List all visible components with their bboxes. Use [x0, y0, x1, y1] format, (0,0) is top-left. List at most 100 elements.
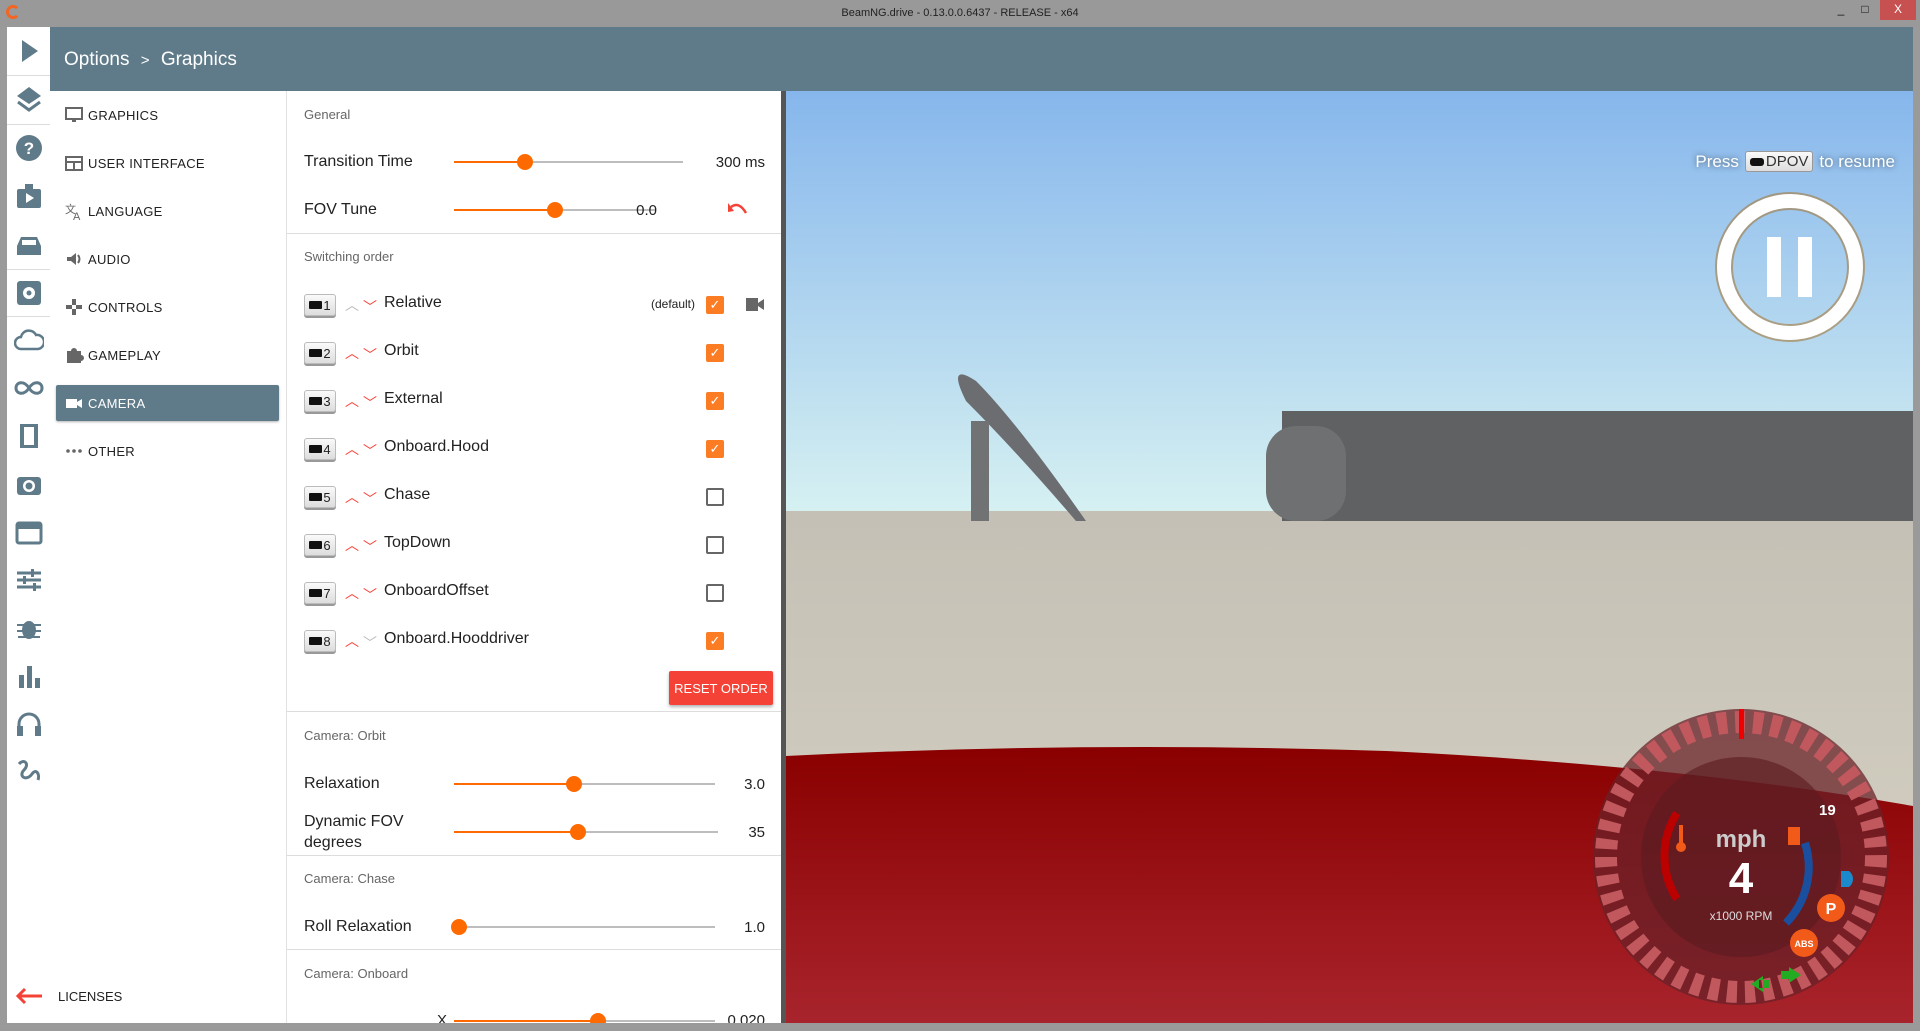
menu-item-other[interactable]: OTHER: [56, 433, 279, 469]
key-binding-badge[interactable]: 1: [304, 294, 336, 316]
path-icon[interactable]: [7, 749, 50, 793]
key-binding-badge[interactable]: 7: [304, 582, 336, 604]
menu-item-label: GAMEPLAY: [88, 347, 161, 363]
slider-thumb[interactable]: [566, 776, 583, 792]
speed-value: 4: [1729, 854, 1754, 903]
menu-item-gameplay[interactable]: GAMEPLAY: [56, 337, 279, 373]
car-icon[interactable]: [7, 223, 50, 267]
play-icon[interactable]: [7, 29, 50, 73]
bug-icon[interactable]: [7, 606, 50, 650]
enabled-checkbox[interactable]: [706, 584, 724, 602]
gear-number: 19: [1819, 802, 1836, 819]
slider-thumb[interactable]: [516, 154, 533, 170]
infinity-icon[interactable]: [7, 366, 50, 410]
slider-thumb[interactable]: [589, 1013, 606, 1023]
menu-item-controls[interactable]: CONTROLS: [56, 289, 279, 325]
scenario-icon[interactable]: [7, 174, 50, 218]
bar-chart-icon[interactable]: [7, 654, 50, 698]
help-icon[interactable]: ?: [7, 126, 50, 170]
move-up-button[interactable]: ︿: [345, 295, 359, 315]
maximize-button[interactable]: □: [1852, 0, 1878, 20]
film-icon[interactable]: [7, 414, 50, 458]
move-down-button[interactable]: ﹀: [363, 393, 377, 413]
move-down-button[interactable]: ﹀: [363, 489, 377, 509]
move-up-button[interactable]: ︿: [345, 487, 359, 507]
gamepad-icon: [66, 299, 82, 315]
enabled-checkbox[interactable]: ✓: [706, 632, 724, 650]
camera-mode-label: TopDown: [384, 534, 451, 551]
camera-icon[interactable]: [7, 462, 50, 506]
roll-relaxation-slider[interactable]: [451, 919, 715, 935]
key-binding-badge[interactable]: 8: [304, 630, 336, 652]
rail-divider: [7, 269, 50, 270]
move-up-button[interactable]: ︿: [345, 343, 359, 363]
roll-relaxation-label: Roll Relaxation: [304, 918, 412, 935]
key-binding-badge[interactable]: 5: [304, 486, 336, 508]
licenses-link[interactable]: LICENSES: [14, 986, 122, 1006]
window-icon[interactable]: [7, 511, 50, 555]
menu-item-user-interface[interactable]: USER INTERFACE: [56, 145, 279, 181]
divider: [287, 949, 781, 950]
enabled-checkbox[interactable]: ✓: [706, 392, 724, 410]
camera-mode-label: Relative: [384, 294, 442, 311]
move-up-button[interactable]: ︿: [345, 583, 359, 603]
layers-icon[interactable]: [7, 77, 50, 121]
back-arrow-icon[interactable]: [14, 986, 44, 1006]
dynamic-fov-label: Dynamic FOV degrees: [304, 813, 404, 851]
move-down-button[interactable]: ﹀: [363, 633, 377, 653]
move-up-button[interactable]: ︿: [345, 535, 359, 555]
sliders-icon[interactable]: [7, 558, 50, 602]
game-viewport[interactable]: Press DPOV to resume mph 4 x1000 RPM 19 …: [786, 91, 1913, 1023]
move-up-button[interactable]: ︿: [345, 439, 359, 459]
parking-brake-label: P: [1826, 901, 1837, 918]
close-button[interactable]: X: [1880, 0, 1916, 20]
minimize-button[interactable]: _: [1828, 0, 1854, 20]
slider-thumb[interactable]: [570, 824, 587, 840]
keyboard-icon: [309, 637, 323, 645]
move-up-button[interactable]: ︿: [345, 631, 359, 651]
dynamic-fov-slider[interactable]: [454, 824, 718, 840]
move-down-button[interactable]: ﹀: [363, 585, 377, 605]
licenses-label: LICENSES: [58, 988, 123, 1004]
onboard-x-value: 0.020: [727, 1012, 765, 1023]
breadcrumb-options[interactable]: Options: [64, 49, 129, 70]
move-up-button[interactable]: ︿: [345, 391, 359, 411]
default-label: (default): [650, 297, 695, 311]
key-binding-badge[interactable]: 4: [304, 438, 336, 460]
move-down-button[interactable]: ﹀: [363, 345, 377, 365]
enabled-checkbox[interactable]: [706, 536, 724, 554]
cloud-icon[interactable]: [7, 318, 50, 362]
key-binding-badge[interactable]: 3: [304, 390, 336, 412]
speed-unit: mph: [1716, 826, 1767, 853]
pause-icon[interactable]: [1714, 191, 1866, 343]
slider-thumb[interactable]: [451, 919, 468, 935]
section-heading-switching-order: Switching order: [304, 249, 394, 264]
headphones-icon[interactable]: [7, 702, 50, 746]
relaxation-slider[interactable]: [454, 776, 715, 792]
breadcrumb-separator: >: [140, 52, 150, 69]
move-down-button[interactable]: ﹀: [363, 441, 377, 461]
menu-item-audio[interactable]: AUDIO: [56, 241, 279, 277]
reset-order-button[interactable]: RESET ORDER: [669, 671, 773, 705]
enabled-checkbox[interactable]: [706, 488, 724, 506]
enabled-checkbox[interactable]: ✓: [706, 440, 724, 458]
settings-box-icon[interactable]: [7, 271, 50, 315]
menu-item-graphics[interactable]: GRAPHICS: [56, 97, 279, 133]
keyboard-icon: [309, 397, 323, 405]
relaxation-label: Relaxation: [304, 775, 380, 792]
move-down-button[interactable]: ﹀: [363, 297, 377, 317]
camera-mode-label: Onboard.Hooddriver: [384, 630, 529, 647]
enabled-checkbox[interactable]: ✓: [706, 296, 724, 314]
undo-icon[interactable]: [727, 201, 749, 217]
camera-order-row: 6 ︿ ﹀ TopDown: [287, 525, 781, 565]
camera-order-row: 8 ︿ ﹀ Onboard.Hooddriver ✓: [287, 621, 781, 661]
key-binding-badge[interactable]: 6: [304, 534, 336, 556]
transition-time-slider[interactable]: [454, 154, 683, 170]
key-number: 6: [323, 537, 331, 553]
menu-item-camera[interactable]: CAMERA: [56, 385, 279, 421]
enabled-checkbox[interactable]: ✓: [706, 344, 724, 362]
key-binding-badge[interactable]: 2: [304, 342, 336, 364]
onboard-x-slider[interactable]: [454, 1013, 715, 1023]
move-down-button[interactable]: ﹀: [363, 537, 377, 557]
menu-item-language[interactable]: 文 A LANGUAGE: [56, 193, 279, 229]
